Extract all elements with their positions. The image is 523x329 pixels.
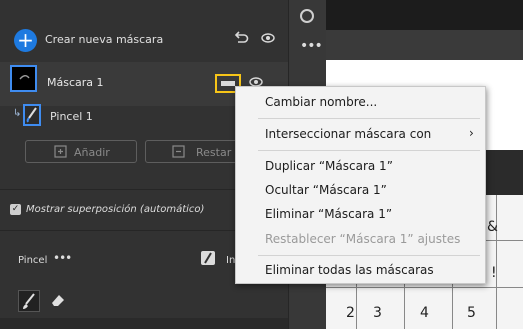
menu-item-hide-mask[interactable]: Ocultar “Máscara 1” bbox=[265, 183, 387, 197]
mask-preview-icon bbox=[19, 75, 30, 80]
menu-separator bbox=[258, 150, 480, 151]
brush-mode-label-truncated: In bbox=[226, 255, 236, 266]
brush-icon bbox=[26, 107, 37, 123]
mask-tool-icon[interactable] bbox=[300, 9, 314, 23]
add-button-label: Añadir bbox=[74, 146, 110, 159]
eraser-icon[interactable] bbox=[50, 292, 66, 308]
menu-item-duplicate-mask[interactable]: Duplicar “Máscara 1” bbox=[265, 159, 393, 173]
brush-tool-button[interactable] bbox=[18, 290, 40, 312]
menu-item-reset-mask-settings: Restablecer “Máscara 1” ajustes bbox=[265, 232, 461, 246]
add-button[interactable]: Añadir bbox=[25, 140, 137, 163]
canvas-strip bbox=[326, 30, 523, 60]
toolstrip-more-icon[interactable]: ••• bbox=[300, 38, 323, 54]
menu-item-delete-mask[interactable]: Eliminar “Máscara 1” bbox=[265, 207, 392, 221]
canvas-number: 3 bbox=[373, 305, 382, 321]
show-overlay-label: Mostrar superposición (automático) bbox=[26, 204, 205, 215]
subtract-button[interactable]: Restar bbox=[145, 140, 245, 163]
canvas-glyph-ampersand: & bbox=[487, 219, 498, 235]
menu-item-rename[interactable]: Cambiar nombre... bbox=[265, 95, 377, 109]
subtract-mask-icon bbox=[172, 145, 185, 158]
subtract-button-label: Restar bbox=[196, 146, 232, 159]
show-overlay-checkbox[interactable]: ✓ bbox=[10, 204, 21, 215]
submenu-chevron-icon: › bbox=[469, 126, 474, 140]
brush-mode-icon[interactable] bbox=[201, 251, 215, 265]
brush-section-label: Pincel bbox=[18, 255, 48, 266]
brush-mask-thumbnail[interactable] bbox=[23, 104, 41, 126]
canvas-glyph-dot: ! bbox=[491, 265, 497, 281]
panel-footer bbox=[0, 318, 288, 329]
canvas-dark-area bbox=[326, 0, 523, 30]
visibility-eye-icon[interactable] bbox=[261, 33, 275, 43]
create-mask-button[interactable]: Crear nueva máscara bbox=[45, 33, 163, 46]
menu-separator bbox=[258, 255, 480, 256]
undo-icon[interactable] bbox=[233, 29, 249, 45]
canvas-number: 5 bbox=[467, 305, 476, 321]
menu-item-delete-all-masks[interactable]: Eliminar todas las máscaras bbox=[265, 263, 434, 277]
add-mask-icon bbox=[54, 145, 67, 158]
menu-separator bbox=[258, 118, 480, 119]
brush-more-options-icon[interactable]: ••• bbox=[53, 251, 72, 265]
brush-mask-name-label: Pincel 1 bbox=[50, 110, 93, 123]
mask-thumbnail[interactable] bbox=[10, 65, 37, 92]
create-mask-plus-icon[interactable]: + bbox=[14, 29, 37, 52]
canvas-number: 4 bbox=[420, 305, 429, 321]
menu-item-intersect-mask[interactable]: Interseccionar máscara con bbox=[265, 127, 431, 141]
mask-name-label: Máscara 1 bbox=[47, 76, 104, 89]
child-indent-arrow-icon: ↳ bbox=[13, 108, 22, 119]
canvas-number: 2 bbox=[346, 305, 355, 321]
mask-options-icon bbox=[221, 81, 235, 86]
paintbrush-icon bbox=[23, 293, 35, 309]
